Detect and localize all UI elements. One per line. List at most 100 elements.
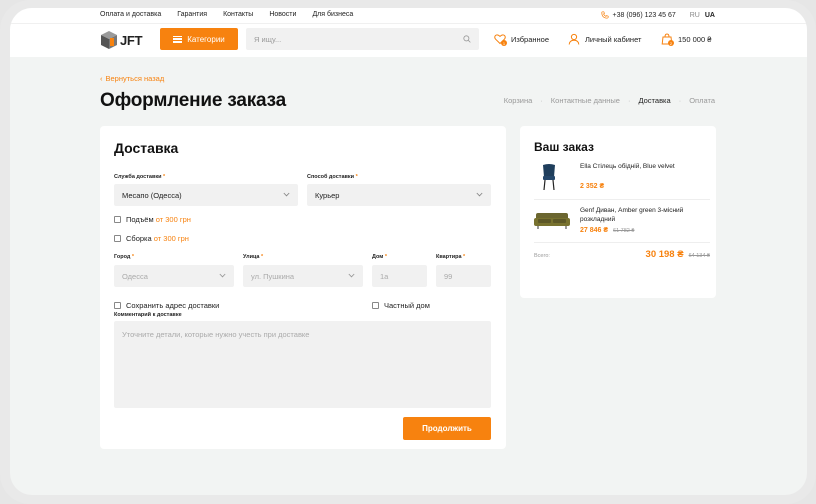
account-label: Личный кабинет (585, 34, 642, 44)
comment-label: Комментарий к доставке (114, 312, 182, 318)
private-house-checkbox[interactable]: Частный дом (372, 301, 430, 310)
delivery-service-select[interactable]: Месапо (Одесса) (114, 184, 298, 206)
comment-textarea[interactable]: Уточните детали, которые нужно учесть пр… (114, 321, 491, 408)
lang-ua[interactable]: UA (705, 12, 715, 19)
step-separator: · (627, 96, 631, 105)
user-icon (568, 33, 580, 45)
step-separator: · (540, 96, 543, 105)
chevron-down-icon (219, 273, 226, 278)
cart-link[interactable]: 2 150 000 ₴ (661, 33, 712, 46)
sofa-image (534, 213, 570, 229)
phone-icon (600, 11, 609, 19)
house-input[interactable]: 1а (372, 265, 427, 287)
checkbox[interactable] (114, 302, 121, 309)
favorites-badge: 1 (501, 40, 507, 46)
info-links: Оплата и доставка Гарантия Контакты Ново… (100, 11, 353, 18)
order-title: Ваш заказ (534, 140, 594, 154)
phone-number: +38 (096) 123 45 67 (612, 11, 676, 19)
order-item-price: 2 352 ₴ (580, 183, 605, 190)
link-business[interactable]: Для бизнеса (312, 11, 353, 18)
apartment-placeholder: 99 (444, 271, 453, 281)
order-item[interactable]: Genf Диван, Amber green 3-місний розклад… (534, 206, 702, 240)
house-label: Дом * (372, 254, 388, 260)
total-old-price: 64 134 ₴ (688, 253, 710, 259)
street-select[interactable]: ул. Пушкина (243, 265, 363, 287)
info-right: +38 (096) 123 45 67 RU UA (600, 11, 715, 19)
comment-placeholder: Уточните детали, которые нужно учесть пр… (122, 330, 310, 339)
order-item-price-row: 27 846 ₴ 61 782 ₴ (580, 227, 634, 234)
step-separator: · (678, 96, 682, 105)
house-placeholder: 1а (380, 271, 389, 281)
favorites-link[interactable]: 1 Избранное (494, 33, 550, 46)
account-link[interactable]: Личный кабинет (568, 33, 641, 45)
favorites-label: Избранное (511, 34, 550, 44)
logo[interactable]: JFT (100, 30, 143, 50)
step-delivery: Доставка (638, 96, 671, 105)
delivery-service-value: Месапо (Одесса) (122, 190, 182, 200)
order-item-old-price: 61 782 ₴ (613, 228, 635, 234)
order-item-name: Ella Стілець обідній, Blue velvet (580, 163, 675, 170)
delivery-title: Доставка (114, 140, 179, 156)
chevron-left-icon: ‹ (100, 74, 103, 83)
logo-icon (101, 31, 117, 49)
lift-checkbox[interactable]: Подъём от 300 грн (114, 215, 191, 224)
menu-icon (173, 35, 183, 43)
method-label: Способ доставки * (307, 174, 358, 180)
checkbox[interactable] (114, 216, 121, 223)
chevron-down-icon (283, 192, 290, 197)
order-item[interactable]: Ella Стілець обідній, Blue velvet 2 352 … (534, 162, 702, 196)
step-cart[interactable]: Корзина (504, 96, 533, 105)
total-price: 30 198 ₴ (645, 249, 684, 260)
checkbox[interactable] (372, 302, 379, 309)
order-item-name: Genf Диван, Amber green 3-місний розклад… (580, 207, 684, 223)
save-address-checkbox[interactable]: Сохранить адрес доставки (114, 301, 219, 310)
link-warranty[interactable]: Гарантия (177, 11, 207, 18)
order-summary-card: Ваш заказ Ella Стілець обідній, Blue vel… (520, 126, 716, 298)
apartment-label: Квартира * (436, 254, 466, 260)
order-total: 30 198 ₴ 64 134 ₴ (646, 249, 710, 260)
link-news[interactable]: Новости (269, 11, 296, 18)
search-icon[interactable] (463, 35, 471, 43)
apartment-input[interactable]: 99 (436, 265, 491, 287)
city-label: Город * (114, 254, 135, 260)
phone[interactable]: +38 (096) 123 45 67 (600, 11, 676, 19)
search-bar (246, 28, 479, 50)
lang-ru[interactable]: RU (690, 12, 700, 19)
divider (534, 199, 710, 200)
chevron-down-icon (476, 192, 483, 197)
continue-button[interactable]: Продолжить (403, 417, 491, 440)
cart-total: 150 000 ₴ (678, 34, 712, 44)
assembly-label: Сборка от 300 грн (126, 234, 189, 243)
street-value: ул. Пушкина (251, 271, 295, 281)
lift-label: Подъём от 300 грн (126, 215, 191, 224)
back-label: Вернуться назад (105, 74, 165, 83)
save-address-label: Сохранить адрес доставки (126, 301, 220, 310)
assembly-checkbox[interactable]: Сборка от 300 грн (114, 234, 189, 243)
header: JFT Категории 1 Избранное Личный кабинет… (10, 23, 807, 57)
step-payment: Оплата (689, 96, 715, 105)
city-value: Одесса (122, 271, 148, 281)
step-contacts[interactable]: Контактные данные (551, 96, 620, 105)
checkout-steps: Корзина · Контактные данные · Доставка ·… (504, 96, 715, 105)
categories-button[interactable]: Категории (160, 28, 238, 50)
continue-label: Продолжить (422, 424, 472, 433)
checkbox[interactable] (114, 235, 121, 242)
delivery-card: Доставка Служба доставки * Месапо (Одесс… (100, 126, 506, 449)
info-bar: Оплата и доставка Гарантия Контакты Ново… (10, 8, 807, 23)
chevron-down-icon (348, 273, 355, 278)
link-contacts[interactable]: Контакты (223, 11, 253, 18)
categories-label: Категории (187, 34, 225, 44)
private-house-label: Частный дом (384, 301, 430, 310)
search-input[interactable] (246, 28, 446, 50)
chair-image (543, 164, 555, 191)
order-item-price: 27 846 ₴ (580, 227, 609, 234)
delivery-method-select[interactable]: Курьер (307, 184, 491, 206)
city-select[interactable]: Одесса (114, 265, 234, 287)
back-link[interactable]: ‹ Вернуться назад (100, 74, 164, 83)
street-label: Улица * (243, 254, 264, 260)
delivery-method-value: Курьер (315, 190, 340, 200)
cart-badge: 2 (668, 40, 674, 46)
link-payment-delivery[interactable]: Оплата и доставка (100, 11, 161, 18)
total-label: Всего: (534, 253, 550, 259)
divider (534, 242, 710, 243)
